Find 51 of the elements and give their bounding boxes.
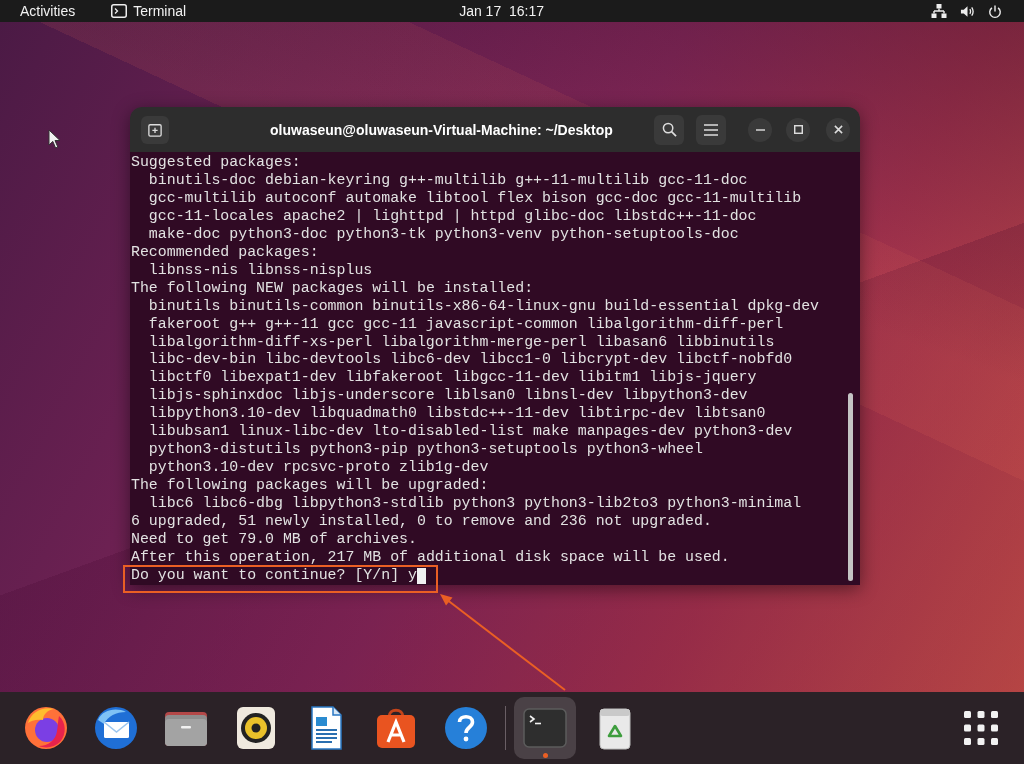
minimize-button[interactable] [748, 117, 772, 142]
terminal-line: binutils binutils-common binutils-x86-64-linux-gnu build-essential dpkg-dev [148, 297, 820, 316]
close-icon [833, 125, 843, 134]
terminal-line: python3.10-dev rpcsvc-proto zlib1g-dev [148, 459, 489, 478]
power-icon[interactable] [988, 3, 1002, 19]
help-icon[interactable] [442, 704, 490, 752]
terminal-line: The following NEW packages will be installed: [131, 279, 534, 298]
menu-button[interactable] [696, 114, 726, 145]
terminal-line: make-doc python3-doc python3-tk python3-venv python-setuptools-doc [148, 225, 739, 244]
terminal-line: libubsan1 linux-libc-dev lto-disabled-list make manpages-dev python3-dev [148, 423, 793, 442]
terminal-line: python3-distutils python3-pip python3-setuptools python3-wheel [148, 441, 703, 460]
window-title: oluwaseun@oluwaseun-Virtual-Machine: ~/Desktop [270, 121, 613, 138]
new-tab-button[interactable] [141, 115, 169, 144]
app-menu-button[interactable]: Terminal [111, 2, 187, 20]
app-grid-icon[interactable] [964, 711, 998, 745]
scrollbar-thumb[interactable] [848, 393, 853, 581]
activities-button[interactable]: Activities [20, 2, 76, 20]
mouse-pointer-icon [48, 129, 61, 149]
maximize-button[interactable] [786, 117, 810, 142]
terminal-line: After this operation, 217 MB of additional disk space will be used. [131, 548, 730, 567]
minimize-icon [755, 128, 765, 131]
menu-icon [704, 123, 718, 136]
terminal-line: libpython3.10-dev libquadmath0 libstdc++-11-dev libtirpc-dev libtsan0 [148, 405, 766, 424]
search-button[interactable] [654, 114, 684, 145]
close-button[interactable] [826, 117, 850, 142]
terminal-line: gcc-multilib autoconf automake libtool flex bison gcc-doc gcc-11-multilib [148, 189, 802, 208]
terminal-line: libnss-nis libnss-nisplus [148, 261, 373, 280]
new-tab-icon [148, 122, 162, 137]
clock-button[interactable]: Jan 17 16:17 [459, 2, 544, 20]
terminal-line: binutils-doc debian-keyring g++-multilib g++-11-multilib gcc-11-doc [148, 171, 748, 190]
terminal-line: Need to get 79.0 MB of archives. [131, 531, 417, 549]
cursor-block-icon [416, 567, 426, 584]
volume-icon[interactable] [960, 3, 975, 19]
mail-icon[interactable] [92, 704, 140, 752]
terminal-line: gcc-11-locales apache2 | lighttpd | httpd glibc-doc libstdc++-11-doc [148, 207, 757, 226]
prompt-line: Do you want to continue? [Y/n] y [131, 566, 417, 585]
terminal-line: libctf0 libexpat1-dev libfakeroot libgcc-11-dev libitm1 libjs-jquery [148, 369, 757, 388]
terminal-line: libalgorithm-diff-xs-perl libalgorithm-merge-perl libasan6 libbinutils [148, 333, 775, 352]
terminal-line: libc-dev-bin libc-devtools libc6-dev libcc1-0 libcrypt-dev libctf-nobfd0 [148, 351, 793, 370]
terminal-line: Recommended packages: [131, 243, 319, 262]
terminal-line: fakeroot g++ g++-11 gcc gcc-11 javascript-common libalgorithm-diff-perl [148, 315, 784, 334]
terminal-line: Suggested packages: [131, 154, 301, 172]
search-icon [661, 122, 677, 137]
terminal-icon [111, 4, 128, 18]
terminal-line: The following packages will be upgraded: [131, 477, 489, 496]
browser-icon[interactable] [22, 704, 70, 752]
terminal-line: libc6 libc6-dbg libpython3-stdlib python3 python3-lib2to3 python3-minimal [148, 495, 802, 514]
terminal-line: 6 upgraded, 51 newly installed, 0 to remove and 236 not upgraded. [131, 513, 712, 531]
maximize-icon [793, 125, 803, 134]
network-icon[interactable] [931, 3, 947, 19]
terminal-line: libjs-sphinxdoc libjs-underscore liblsan0 libnsl-dev libpython3-dev [148, 387, 748, 406]
